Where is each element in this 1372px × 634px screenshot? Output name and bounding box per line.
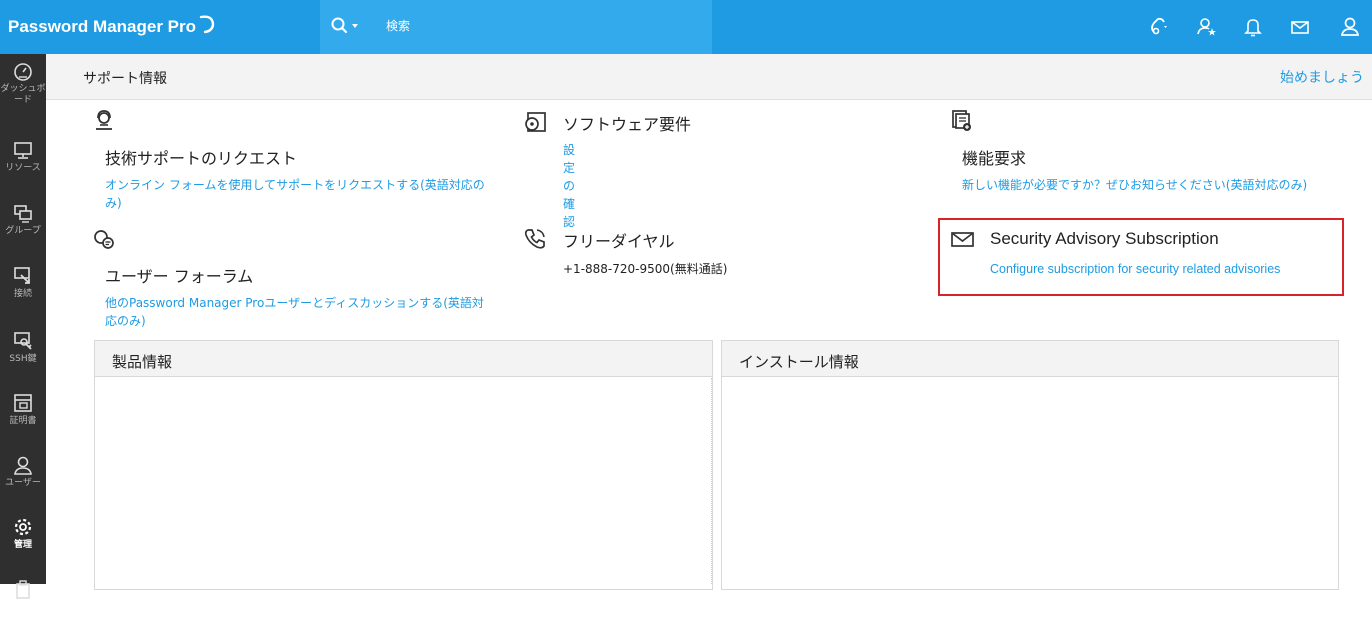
- toll-free-number: +1-888-720-9500(無料通話): [563, 262, 728, 276]
- user-profile-icon[interactable]: [1338, 14, 1364, 40]
- sidebar-item-label: 管理: [13, 540, 32, 550]
- sidebar-item-admin[interactable]: 管理: [0, 510, 46, 572]
- dashboard-icon: [14, 63, 32, 81]
- sidebar-item-label: 接続: [13, 289, 32, 299]
- feature-request-icon: [952, 110, 971, 131]
- user-forum-link[interactable]: 他のPassword Manager Proユーザーとディスカッションする(英語…: [105, 294, 490, 330]
- search-icon[interactable]: [330, 16, 350, 36]
- sidebar-item-users[interactable]: ユーザー: [0, 448, 46, 510]
- mail-icon[interactable]: [1287, 14, 1313, 40]
- logo-swoosh-icon: [199, 15, 214, 34]
- sidebar: ダッシュボード リソース グループ 接続 SSH鍵 証明書 ユーザー 管理: [0, 54, 46, 599]
- feature-request-link[interactable]: 新しい機能が必要ですか？ぜひお知らせください(英語対応のみ): [962, 176, 1342, 194]
- panel-divider: [711, 378, 712, 584]
- app-logo[interactable]: Password Manager Pro: [0, 0, 320, 54]
- ssh-key-icon: [14, 332, 32, 350]
- product-info-title: 製品情報: [112, 353, 173, 371]
- tech-support-title: 技術サポートのリクエスト: [105, 149, 298, 168]
- tech-support-link[interactable]: オンライン フォームを使用してサポートをリクエストする(英語対応のみ): [105, 176, 490, 212]
- user-icon: [14, 456, 32, 475]
- software-requirements-title: ソフトウェア要件: [563, 115, 692, 134]
- sidebar-item-dashboard[interactable]: ダッシュボード: [0, 54, 46, 116]
- sidebar-item-connections[interactable]: 接続: [0, 259, 46, 321]
- sidebar-item-label: ユーザー: [5, 478, 41, 488]
- install-info-title: インストール情報: [739, 353, 859, 371]
- page-title: サポート情報: [83, 71, 167, 87]
- install-info-header: インストール情報: [722, 341, 1338, 377]
- software-disc-icon: [525, 112, 546, 132]
- user-forum-title: ユーザー フォーラム: [105, 267, 254, 286]
- install-info-panel: インストール情報: [721, 340, 1339, 590]
- highlight-box: [938, 218, 1344, 296]
- sidebar-item-groups[interactable]: グループ: [0, 196, 46, 258]
- group-icon: [14, 205, 32, 223]
- monitor-icon: [14, 142, 32, 159]
- sidebar-item-ssh-keys[interactable]: SSH鍵: [0, 324, 46, 386]
- sidebar-item-label: グループ: [5, 226, 41, 236]
- remote-connection-icon[interactable]: [1146, 14, 1172, 40]
- certificate-icon: [14, 394, 32, 412]
- search-box[interactable]: [320, 0, 712, 54]
- top-bar: Password Manager Pro: [0, 0, 1372, 54]
- feature-request-title: 機能要求: [962, 149, 1027, 168]
- sidebar-item-resources[interactable]: リソース: [0, 133, 46, 195]
- check-settings-link[interactable]: 設定の確認: [563, 141, 575, 231]
- sidebar-item-certificates[interactable]: 証明書: [0, 386, 46, 448]
- page-header: サポート情報 始めましょう: [46, 54, 1372, 100]
- sidebar-item-label: ダッシュボード: [0, 84, 46, 105]
- search-scope-caret-icon[interactable]: [352, 24, 358, 28]
- connection-icon: [14, 267, 30, 284]
- sidebar-item-label: SSH鍵: [9, 354, 37, 364]
- sidebar-item-more[interactable]: [0, 572, 46, 634]
- gear-icon: [14, 518, 32, 536]
- sidebar-item-label: 証明書: [9, 416, 37, 426]
- toll-free-title: フリーダイヤル: [563, 232, 675, 251]
- product-info-panel: 製品情報: [94, 340, 713, 590]
- user-star-icon[interactable]: [1194, 14, 1220, 40]
- support-agent-icon: [96, 110, 112, 130]
- sidebar-item-label: リソース: [5, 163, 41, 173]
- phone-icon: [524, 229, 545, 249]
- getting-started-link[interactable]: 始めましょう: [1280, 67, 1364, 87]
- bell-icon[interactable]: [1240, 14, 1266, 40]
- audit-icon: [16, 580, 30, 599]
- brand-name: Password Manager Pro: [8, 17, 197, 36]
- chat-bubbles-icon: [94, 230, 114, 249]
- search-input[interactable]: [386, 14, 686, 38]
- product-info-header: 製品情報: [95, 341, 712, 377]
